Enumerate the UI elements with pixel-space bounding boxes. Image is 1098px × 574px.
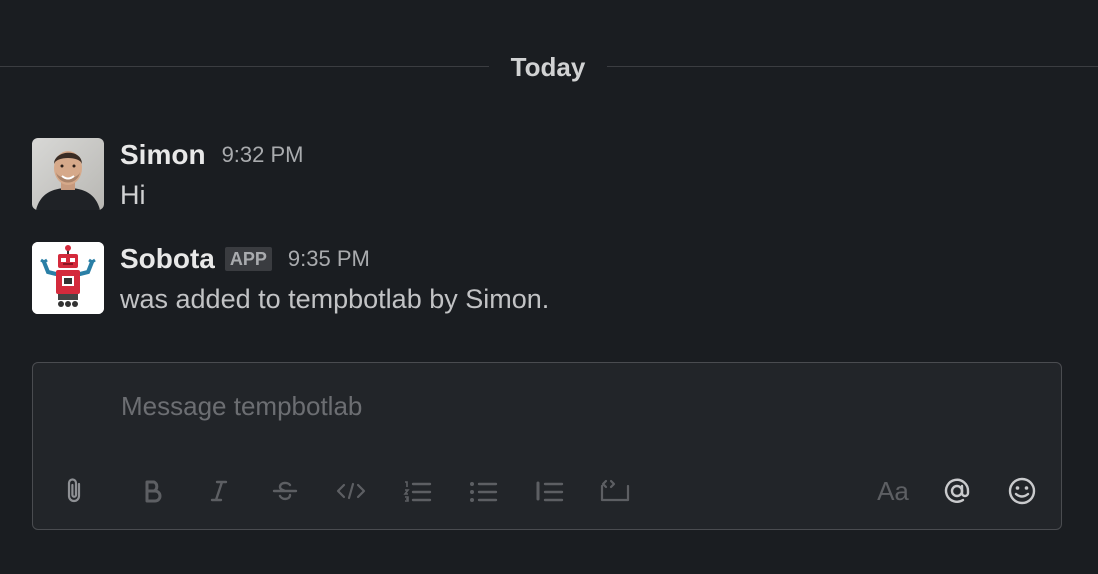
formatting-toggle-button[interactable]: Aa <box>871 471 915 511</box>
mention-icon <box>944 478 970 503</box>
message-input[interactable] <box>119 387 1023 425</box>
user-photo <box>32 138 104 210</box>
quote-icon <box>536 481 564 502</box>
emoji-button[interactable] <box>1002 471 1042 511</box>
sender-name[interactable]: Simon <box>120 139 206 171</box>
emoji-icon <box>1008 477 1036 505</box>
ordered-list-button[interactable] <box>397 471 437 511</box>
message-text: Hi <box>120 180 146 210</box>
bold-button[interactable] <box>133 471 173 511</box>
message-item[interactable]: Simon 9:32 PM Hi <box>32 138 1062 218</box>
bulleted-list-icon <box>470 482 498 502</box>
robot-icon <box>32 242 104 314</box>
attach-icon <box>67 478 81 503</box>
avatar[interactable] <box>32 242 104 314</box>
code-block-button[interactable] <box>595 471 635 511</box>
strikethrough-button[interactable] <box>265 471 305 511</box>
composer-toolbar: Aa <box>33 471 1061 511</box>
bold-icon <box>145 480 162 503</box>
day-divider: Today <box>0 46 1098 88</box>
bulleted-list-button[interactable] <box>463 471 503 511</box>
app-badge: APP <box>224 247 272 271</box>
message-composer[interactable]: Aa <box>32 362 1062 530</box>
attach-button[interactable] <box>55 471 95 511</box>
message-header: Simon 9:32 PM <box>120 138 304 172</box>
chat-window: Today Simon 9:32 PM Hi Sobota APP 9:35 P… <box>0 0 1098 574</box>
message-text: was added to tempbotlab by Simon. <box>120 284 550 314</box>
strikethrough-icon <box>272 481 298 501</box>
message-item[interactable]: Sobota APP 9:35 PM was added to tempbotl… <box>32 242 1062 322</box>
timestamp[interactable]: 9:32 PM <box>222 142 304 168</box>
italic-button[interactable] <box>199 471 239 511</box>
code-button[interactable] <box>331 471 371 511</box>
code-block-icon <box>600 479 630 502</box>
formatting-toggle-icon: Aa <box>877 475 909 506</box>
mention-button[interactable] <box>937 471 977 511</box>
code-icon <box>336 482 366 500</box>
sender-name[interactable]: Sobota <box>120 243 215 275</box>
timestamp[interactable]: 9:35 PM <box>288 246 370 272</box>
message-header: Sobota APP 9:35 PM <box>120 242 370 276</box>
quote-button[interactable] <box>529 471 569 511</box>
day-divider-label[interactable]: Today <box>489 52 607 82</box>
ordered-list-icon <box>403 481 432 502</box>
avatar[interactable] <box>32 138 104 210</box>
italic-icon <box>210 480 228 502</box>
